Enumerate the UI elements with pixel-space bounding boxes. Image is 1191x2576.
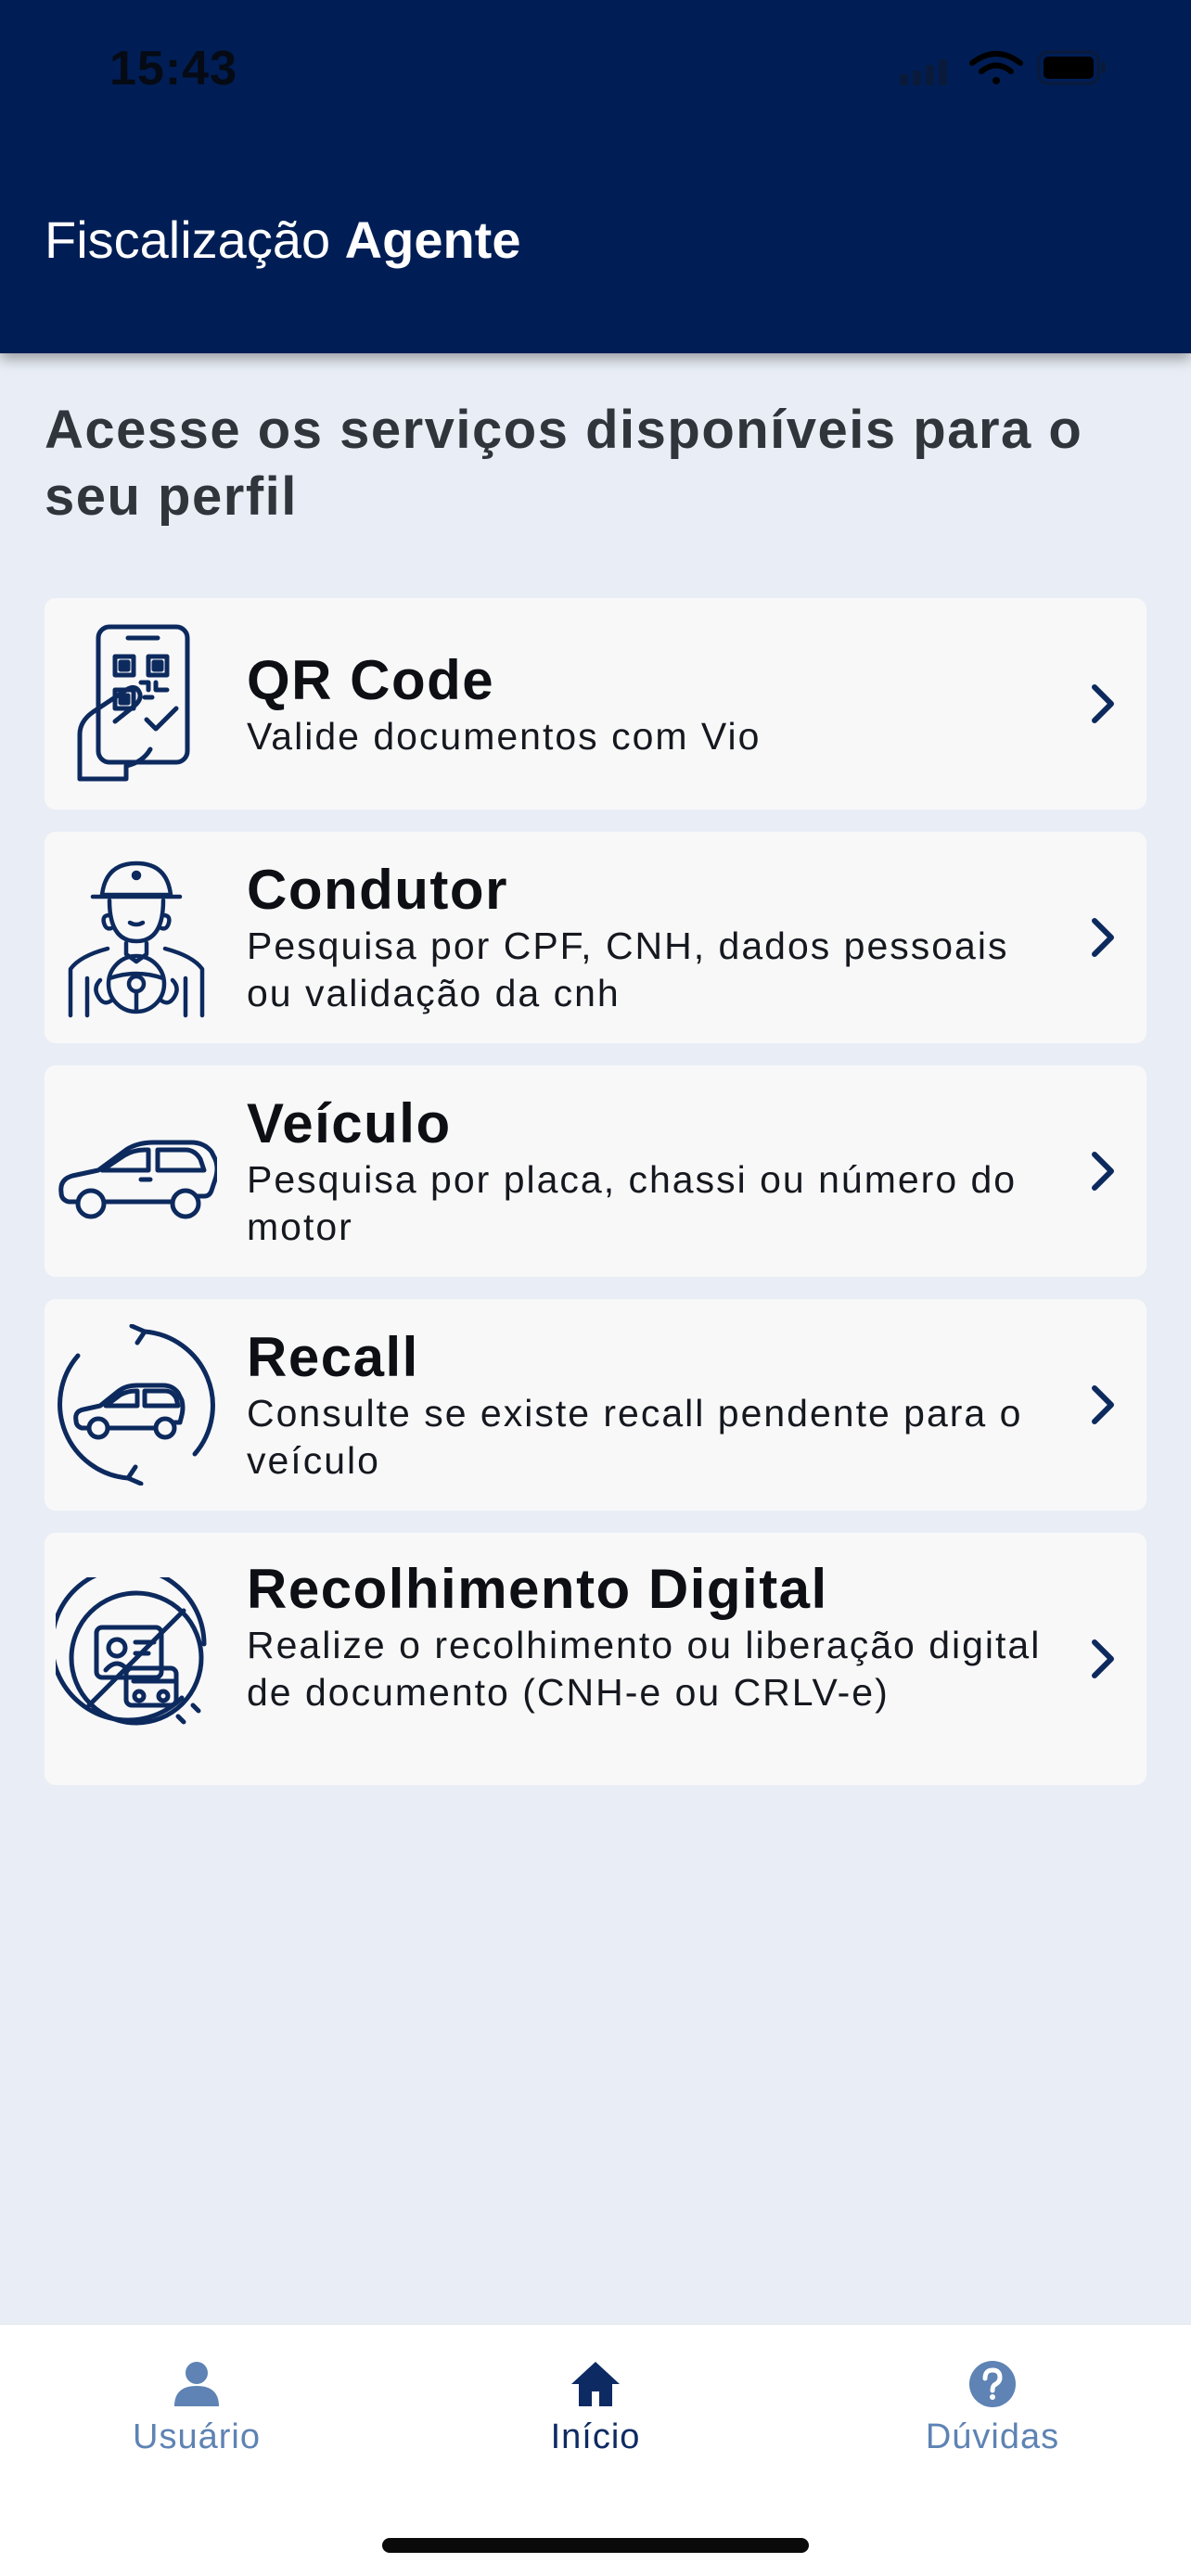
title-bold: Agente bbox=[344, 210, 521, 269]
help-icon bbox=[969, 2361, 1016, 2407]
chevron-right-icon bbox=[1092, 918, 1114, 957]
service-subtitle: Realize o recolhimento ou liberação digi… bbox=[247, 1624, 1042, 1714]
home-indicator bbox=[382, 2538, 809, 2553]
service-subtitle: Valide documentos com Vio bbox=[247, 715, 762, 758]
battery-icon bbox=[1037, 50, 1106, 85]
service-title: Veículo bbox=[247, 1092, 452, 1154]
chevron-right-icon bbox=[1092, 1385, 1114, 1424]
chevron-right-icon bbox=[1092, 1152, 1114, 1191]
service-subtitle: Pesquisa por CPF, CNH, dados pessoais ou… bbox=[247, 925, 1009, 1014]
qr-code-phone-icon bbox=[77, 624, 190, 782]
service-title: Recolhimento Digital bbox=[247, 1558, 828, 1620]
service-title: QR Code bbox=[247, 649, 495, 711]
tab-label: Usuário bbox=[133, 2417, 261, 2456]
home-icon bbox=[571, 2362, 620, 2406]
cellular-signal-icon bbox=[900, 59, 947, 85]
service-subtitle: Pesquisa por placa, chassi ou número do … bbox=[247, 1158, 1018, 1248]
chevron-right-icon bbox=[1092, 1639, 1114, 1678]
title-regular: Fiscalização bbox=[45, 210, 331, 269]
intro-text: Acesse os serviços disponíveis para o se… bbox=[45, 400, 1083, 527]
tab-usuario[interactable]: Usuário bbox=[58, 2325, 336, 2473]
tab-duvidas[interactable]: Dúvidas bbox=[853, 2325, 1132, 2473]
digital-collection-icon bbox=[56, 1577, 207, 1726]
app-header: 15:43 Fiscalização Agente bbox=[0, 0, 1191, 353]
status-icons bbox=[900, 50, 1106, 85]
service-card-recall[interactable]: Recall Consulte se existe recall pendent… bbox=[45, 1299, 1146, 1511]
service-subtitle: Consulte se existe recall pendente para … bbox=[247, 1392, 1023, 1482]
car-icon bbox=[58, 1140, 217, 1219]
chevron-right-icon bbox=[1092, 684, 1114, 723]
wifi-icon bbox=[969, 51, 1023, 84]
tab-label: Início bbox=[550, 2417, 641, 2456]
page-title: Fiscalização Agente bbox=[45, 210, 520, 270]
tab-inicio[interactable]: Início bbox=[456, 2325, 735, 2473]
tab-label: Dúvidas bbox=[925, 2417, 1060, 2456]
service-card-recolhimento-digital[interactable]: Recolhimento Digital Realize o recolhime… bbox=[45, 1533, 1146, 1785]
service-title: Condutor bbox=[247, 859, 508, 921]
service-card-qr-code[interactable]: QR Code Valide documentos com Vio bbox=[45, 598, 1146, 810]
driver-icon bbox=[68, 861, 205, 1018]
user-icon bbox=[174, 2362, 219, 2406]
service-title: Recall bbox=[247, 1326, 419, 1388]
status-time: 15:43 bbox=[109, 42, 237, 96]
service-card-veiculo[interactable]: Veículo Pesquisa por placa, chassi ou nú… bbox=[45, 1065, 1146, 1277]
recall-car-icon bbox=[58, 1324, 215, 1486]
service-card-condutor[interactable]: Condutor Pesquisa por CPF, CNH, dados pe… bbox=[45, 832, 1146, 1043]
